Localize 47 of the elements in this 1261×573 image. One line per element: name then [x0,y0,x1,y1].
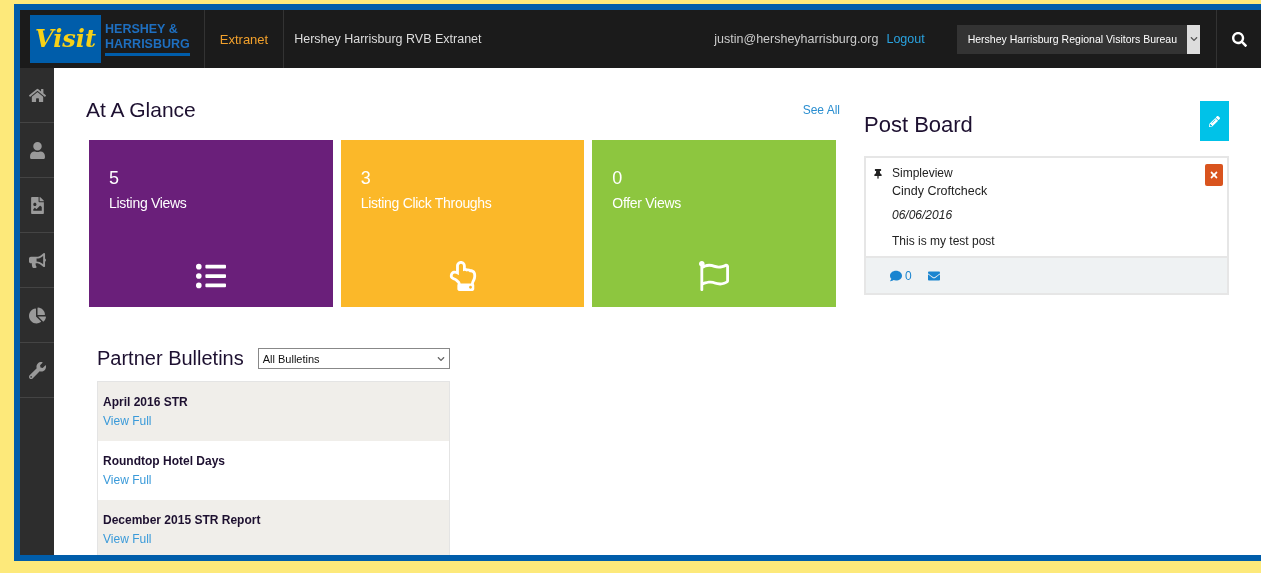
post-date: 06/06/2016 [892,208,954,222]
stat-label: Offer Views [612,195,682,211]
pencil-icon [1209,115,1220,127]
bulletin-title: April 2016 STR [103,395,189,409]
bulletin-filter-select[interactable]: All Bulletins [257,348,450,369]
comments-link[interactable]: 0 [890,268,912,283]
section-heading: Post Board [864,112,973,138]
stat-value: 3 [360,168,372,189]
pin-icon [873,169,883,179]
section-heading: At A Glance [86,98,196,122]
user-email: justin@hersheyharrisburg.org [714,32,879,46]
search-icon [1231,31,1247,47]
bulletin-title: December 2015 STR Report [103,513,262,527]
stat-tile[interactable]: 5 Listing Views [89,140,333,307]
chevron-down-icon [437,354,445,363]
view-full-link[interactable]: View Full [103,414,444,428]
stat-value: 5 [109,168,120,189]
post-author: Cindy Croftcheck [892,184,989,198]
pie-chart-icon[interactable] [28,306,46,324]
stat-value: 0 [612,168,624,189]
pointing-hand-icon [447,261,478,291]
bullhorn-icon[interactable] [28,251,46,269]
stat-label: Listing Views [109,195,188,211]
close-icon [1209,170,1219,180]
chevron-down-icon [1189,35,1198,43]
flag-icon [699,261,730,291]
list-icon [195,261,226,291]
comment-icon [890,269,902,282]
see-all-link[interactable]: See All [802,103,840,117]
site-title: Hershey Harrisburg RVB Extranet [293,31,483,48]
post-source: Simpleview [892,166,954,180]
stat-tile[interactable]: 0 Offer Views [592,140,836,307]
home-icon[interactable] [28,86,46,104]
bulletin-title: Roundtop Hotel Days [103,454,226,468]
organization-select[interactable]: Hershey Harrisburg Regional Visitors Bureau [956,24,1200,54]
user-icon[interactable] [28,141,46,159]
envelope-icon[interactable] [927,269,940,282]
view-full-link[interactable]: View Full [103,532,444,546]
stat-label: Listing Click Throughs [360,195,493,211]
logout-link[interactable]: Logout [886,32,925,46]
post-text: This is my test post [892,234,995,248]
close-button[interactable] [1205,164,1223,186]
section-heading: Partner Bulletins [97,347,244,370]
image-file-icon[interactable] [28,196,46,214]
view-full-link[interactable]: View Full [103,473,444,487]
section-name: Extranet [204,10,285,68]
wrench-icon[interactable] [28,361,46,379]
